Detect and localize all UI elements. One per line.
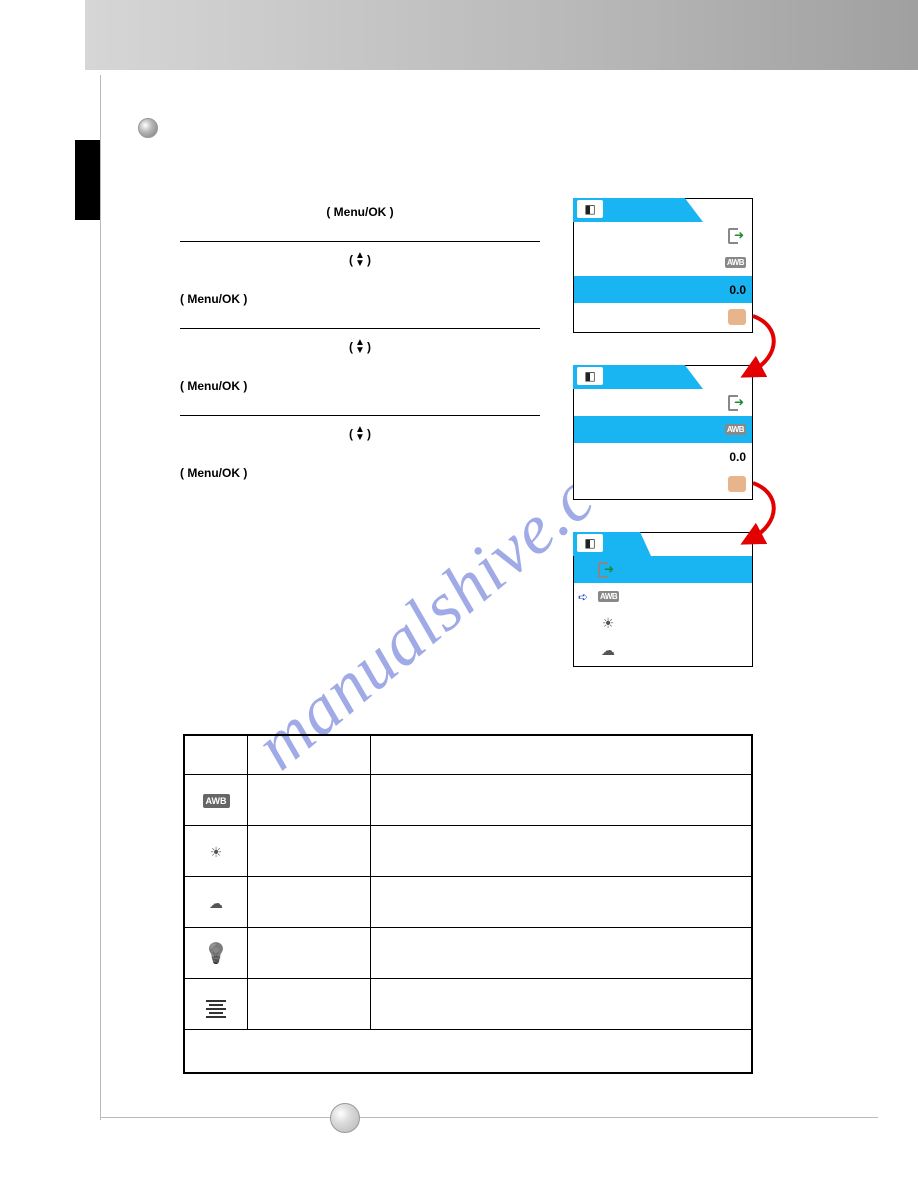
margin-line-left bbox=[100, 75, 101, 1120]
table-row-sun bbox=[184, 826, 752, 877]
cell-desc-awb bbox=[371, 775, 753, 826]
table-footer-row bbox=[184, 1030, 752, 1074]
exit-icon bbox=[728, 395, 746, 411]
flow-arrow-1 bbox=[723, 316, 783, 376]
awb-icon: AWB bbox=[725, 424, 746, 435]
steps-list: ( Menu/OK ) (▲▼) ( Menu/OK ) (▲▼) ( Menu… bbox=[180, 195, 540, 502]
menu-row-awb: AWB bbox=[574, 249, 752, 276]
menu-row-awb: ➪ AWB bbox=[574, 583, 752, 610]
table-row-cloud bbox=[184, 877, 752, 928]
cell-name-awb bbox=[248, 775, 371, 826]
step-3: (▲▼) ( Menu/OK ) bbox=[180, 329, 540, 416]
manual-page: manualshive.com ( Menu/OK ) (▲▼) ( Menu/… bbox=[0, 0, 918, 1188]
camera-menu-column: ◧ AWB 0.0 ◧ AWB 0.0 ◧ bbox=[573, 198, 753, 699]
table-row-awb: AWB bbox=[184, 775, 752, 826]
table-header-row bbox=[184, 735, 752, 775]
cell-desc-fluor bbox=[371, 979, 753, 1030]
menu-tab: ◧ bbox=[573, 198, 703, 222]
cloud-icon bbox=[598, 643, 618, 659]
table-footer-cell bbox=[184, 1030, 752, 1074]
updown-icon: ▲▼ bbox=[355, 426, 365, 442]
cell-icon-awb: AWB bbox=[184, 775, 248, 826]
col-head-icon bbox=[184, 735, 248, 775]
cell-desc-cloud bbox=[371, 877, 753, 928]
menu-row-sun bbox=[574, 610, 752, 637]
exposure-value: 0.0 bbox=[729, 450, 746, 464]
cell-name-cloud bbox=[248, 877, 371, 928]
updown-icon: ▲▼ bbox=[355, 252, 365, 268]
step-2: (▲▼) ( Menu/OK ) bbox=[180, 242, 540, 329]
menu-row-exposure: 0.0 bbox=[574, 443, 752, 470]
menu-row-exposure: 0.0 bbox=[574, 276, 752, 303]
cell-name-sun bbox=[248, 826, 371, 877]
updown-icon: ▲▼ bbox=[355, 339, 365, 355]
step-2-left: ( Menu/OK ) bbox=[180, 268, 540, 306]
selection-arrow-icon: ➪ bbox=[578, 590, 588, 604]
sun-icon bbox=[210, 840, 223, 863]
exposure-value: 0.0 bbox=[729, 283, 746, 297]
step-1: ( Menu/OK ) bbox=[180, 195, 540, 242]
mode-icon: ◧ bbox=[577, 200, 603, 218]
white-balance-table: AWB bbox=[183, 734, 753, 1074]
fluorescent-icon bbox=[206, 1000, 226, 1018]
menu-row-awb-highlight: AWB bbox=[574, 416, 752, 443]
cell-icon-cloud bbox=[184, 877, 248, 928]
chapter-side-tab bbox=[75, 140, 100, 220]
col-head-desc bbox=[371, 735, 753, 775]
menu-tab: ◧ bbox=[573, 365, 703, 389]
sun-icon bbox=[598, 616, 618, 632]
step-4: (▲▼) ( Menu/OK ) bbox=[180, 416, 540, 502]
section-bullet bbox=[138, 118, 158, 138]
awb-icon: AWB bbox=[598, 591, 619, 602]
cloud-icon bbox=[209, 891, 223, 914]
menu-row-cloud bbox=[574, 637, 752, 664]
cell-desc-sun bbox=[371, 826, 753, 877]
awb-icon: AWB bbox=[725, 257, 746, 268]
step-4-center: (▲▼) bbox=[180, 426, 540, 442]
page-header-gradient bbox=[85, 0, 918, 70]
menu-tab: ◧ bbox=[573, 532, 651, 556]
camera-menu-3: ◧ ➪ AWB bbox=[573, 532, 753, 667]
flow-arrow-2 bbox=[723, 483, 783, 543]
exit-icon bbox=[598, 562, 616, 578]
col-head-name bbox=[248, 735, 371, 775]
menu-row-exit-highlight bbox=[574, 556, 752, 583]
bulb-icon bbox=[204, 941, 229, 966]
page-pearl-icon bbox=[330, 1103, 360, 1133]
step-2-center: (▲▼) bbox=[180, 252, 540, 268]
step-3-left: ( Menu/OK ) bbox=[180, 355, 540, 393]
cell-icon-bulb bbox=[184, 928, 248, 979]
step-3-center: (▲▼) bbox=[180, 339, 540, 355]
camera-menu-2: ◧ AWB 0.0 bbox=[573, 365, 753, 500]
mode-icon: ◧ bbox=[577, 367, 603, 385]
menu-row-exit bbox=[574, 389, 752, 416]
cell-name-bulb bbox=[248, 928, 371, 979]
step-4-left: ( Menu/OK ) bbox=[180, 442, 540, 480]
exit-icon bbox=[728, 228, 746, 244]
table-row-bulb bbox=[184, 928, 752, 979]
cell-icon-sun bbox=[184, 826, 248, 877]
cell-desc-bulb bbox=[371, 928, 753, 979]
menu-row-exit bbox=[574, 222, 752, 249]
step-1-label: ( Menu/OK ) bbox=[180, 205, 540, 219]
margin-line-bottom bbox=[100, 1117, 878, 1118]
mode-icon: ◧ bbox=[577, 534, 603, 552]
cell-name-fluor bbox=[248, 979, 371, 1030]
cell-icon-fluor bbox=[184, 979, 248, 1030]
table-row-fluor bbox=[184, 979, 752, 1030]
camera-menu-1: ◧ AWB 0.0 bbox=[573, 198, 753, 333]
